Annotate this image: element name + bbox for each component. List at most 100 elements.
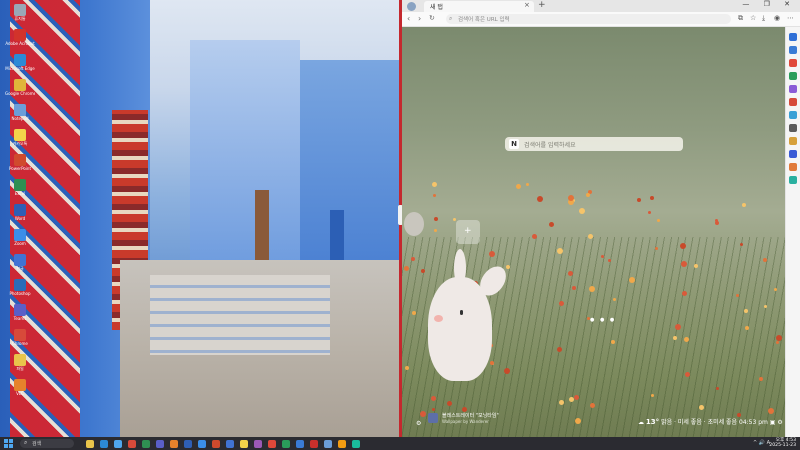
desktop-icon[interactable]: 휴지통 bbox=[5, 4, 35, 26]
favorites-icon[interactable]: ☆ bbox=[750, 14, 756, 22]
carousel-dots[interactable]: ● ● ● bbox=[590, 317, 616, 323]
taskbar-app-icon[interactable] bbox=[240, 440, 248, 448]
sidebar-app-icon[interactable] bbox=[789, 176, 797, 184]
wallpaper-info-card[interactable]: 블레스트레이터 "모닝타임" Wallpaper by Wanderer bbox=[428, 411, 508, 427]
desktop-icon[interactable]: Microsoft Edge bbox=[5, 54, 35, 76]
flower-decoration bbox=[421, 269, 425, 273]
image-icon[interactable]: ▣ bbox=[770, 419, 776, 426]
sidebar-app-icon[interactable] bbox=[789, 124, 797, 132]
window-controls[interactable]: — ❐ ✕ bbox=[742, 0, 796, 8]
back-icon[interactable]: ‹ bbox=[407, 14, 410, 23]
desktop-icon[interactable]: Teams bbox=[5, 304, 35, 326]
sidebar-app-icon[interactable] bbox=[789, 72, 797, 80]
flower-decoration bbox=[506, 265, 510, 269]
sidebar-app-icon[interactable] bbox=[789, 59, 797, 67]
desktop-icon[interactable]: PowerPoint bbox=[5, 154, 35, 176]
taskbar-app-icon[interactable] bbox=[338, 440, 346, 448]
taskbar-app-icon[interactable] bbox=[212, 440, 220, 448]
profile-avatar[interactable] bbox=[407, 2, 416, 11]
sidebar-app-icon[interactable] bbox=[789, 46, 797, 54]
taskbar-app-icon[interactable] bbox=[282, 440, 290, 448]
background-character-partial bbox=[404, 212, 424, 236]
system-tray[interactable]: ^ 🔊 A bbox=[753, 440, 770, 446]
taskbar-app-icon[interactable] bbox=[352, 440, 360, 448]
search-box[interactable]: N 검색어를 입력하세요 bbox=[505, 137, 683, 151]
desktop-icon[interactable]: Word bbox=[5, 204, 35, 226]
sidebar-app-icon[interactable] bbox=[789, 111, 797, 119]
flower-decoration bbox=[611, 340, 615, 344]
flower-decoration bbox=[574, 395, 579, 400]
account-icon[interactable]: ◉ bbox=[774, 14, 780, 22]
sidebar-app-icon[interactable] bbox=[789, 85, 797, 93]
taskbar-app-icon[interactable] bbox=[156, 440, 164, 448]
reload-icon[interactable]: ↻ bbox=[429, 14, 435, 22]
flower-decoration bbox=[588, 234, 593, 239]
desktop-wallpaper: 휴지통 Adobe Acrobat Microsoft Edge Google Chr… bbox=[0, 0, 399, 437]
start-button[interactable] bbox=[4, 439, 13, 448]
desktop-icon[interactable]: VLC bbox=[5, 379, 35, 401]
desktop-icon[interactable]: Zoom bbox=[5, 229, 35, 251]
downloads-icon[interactable]: ⤓ bbox=[762, 14, 765, 23]
weather-widget[interactable]: ☁ 13° 맑음 · 미세 좋음 · 초미세 좋음 04:53 pm ▣ ⚙ bbox=[638, 417, 783, 426]
taskbar-app-icon[interactable] bbox=[100, 440, 108, 448]
extensions-icon[interactable]: ⧉ bbox=[738, 14, 743, 23]
flower-decoration bbox=[432, 182, 437, 187]
menu-icon[interactable]: ⋯ bbox=[787, 14, 794, 22]
tab-close-icon[interactable]: × bbox=[524, 1, 530, 9]
taskbar-app-icon[interactable] bbox=[184, 440, 192, 448]
flower-decoration bbox=[744, 309, 748, 313]
taskbar-app-icon[interactable] bbox=[268, 440, 276, 448]
tab-new-tab[interactable]: 새 탭 × bbox=[424, 1, 534, 12]
taskbar-app-icon[interactable] bbox=[142, 440, 150, 448]
taskbar-app-icon[interactable] bbox=[254, 440, 262, 448]
flower-decoration bbox=[526, 183, 529, 186]
add-shortcut-button[interactable]: + bbox=[456, 220, 480, 244]
address-bar[interactable]: ⌕ 검색어 혹은 URL 입력 bbox=[446, 14, 731, 24]
desktop-icon[interactable]: 파일 bbox=[5, 354, 35, 376]
forward-icon[interactable]: › bbox=[418, 14, 421, 23]
gear-icon[interactable]: ⚙ bbox=[777, 419, 782, 426]
taskbar-app-icon[interactable] bbox=[114, 440, 122, 448]
sidebar-app-icon[interactable] bbox=[789, 98, 797, 106]
desktop-icon[interactable]: 카카오톡 bbox=[5, 129, 35, 151]
flower-decoration bbox=[568, 195, 574, 201]
desktop-icon[interactable]: Google Chrome bbox=[5, 79, 35, 101]
desktop-icon-label: 파일 bbox=[16, 366, 24, 371]
taskbar-app-icon[interactable] bbox=[198, 440, 206, 448]
taskbar-app-icon[interactable] bbox=[296, 440, 304, 448]
desktop-icon[interactable]: Adobe Acrobat bbox=[5, 29, 35, 51]
desktop-icon-label: 휴지통 bbox=[14, 16, 26, 21]
taskbar-search[interactable]: ⌕ 검색 bbox=[20, 439, 74, 448]
taskbar-app-icon[interactable] bbox=[324, 440, 332, 448]
flower-decoration bbox=[694, 264, 698, 268]
desktop-icon[interactable]: Excel bbox=[5, 179, 35, 201]
flower-decoration bbox=[568, 271, 573, 276]
new-tab-button[interactable]: + bbox=[538, 0, 546, 10]
app-icon bbox=[14, 79, 26, 91]
desktop-icon[interactable]: Notepad bbox=[5, 104, 35, 126]
app-icon bbox=[14, 4, 26, 16]
taskbar-app-icon[interactable] bbox=[128, 440, 136, 448]
sidebar-app-icon[interactable] bbox=[789, 150, 797, 158]
sidebar-app-icon[interactable] bbox=[789, 33, 797, 41]
flower-decoration bbox=[434, 229, 437, 232]
taskbar-app-icon[interactable] bbox=[170, 440, 178, 448]
taskbar-app-icon[interactable] bbox=[310, 440, 318, 448]
taskbar-app-icon[interactable] bbox=[86, 440, 94, 448]
flower-decoration bbox=[759, 377, 763, 381]
desktop-icon[interactable]: 한글 bbox=[5, 254, 35, 276]
flower-decoration bbox=[490, 361, 494, 365]
app-icon bbox=[14, 129, 26, 141]
sidebar-app-icon[interactable] bbox=[789, 163, 797, 171]
flower-decoration bbox=[637, 198, 641, 202]
taskbar-app-icon[interactable] bbox=[226, 440, 234, 448]
settings-icon[interactable]: ⚙ bbox=[416, 420, 421, 427]
desktop-icon-label: PowerPoint bbox=[8, 166, 32, 171]
wallpaper-door bbox=[255, 190, 269, 260]
taskbar-clock[interactable]: 오후 4:53 2025-11-23 bbox=[769, 438, 796, 448]
desktop-icon[interactable]: Photoshop bbox=[5, 279, 35, 301]
desktop-icon[interactable]: Chrome bbox=[5, 329, 35, 351]
app-icon bbox=[14, 304, 26, 316]
sidebar-app-icon[interactable] bbox=[789, 137, 797, 145]
flower-decoration bbox=[453, 218, 456, 221]
